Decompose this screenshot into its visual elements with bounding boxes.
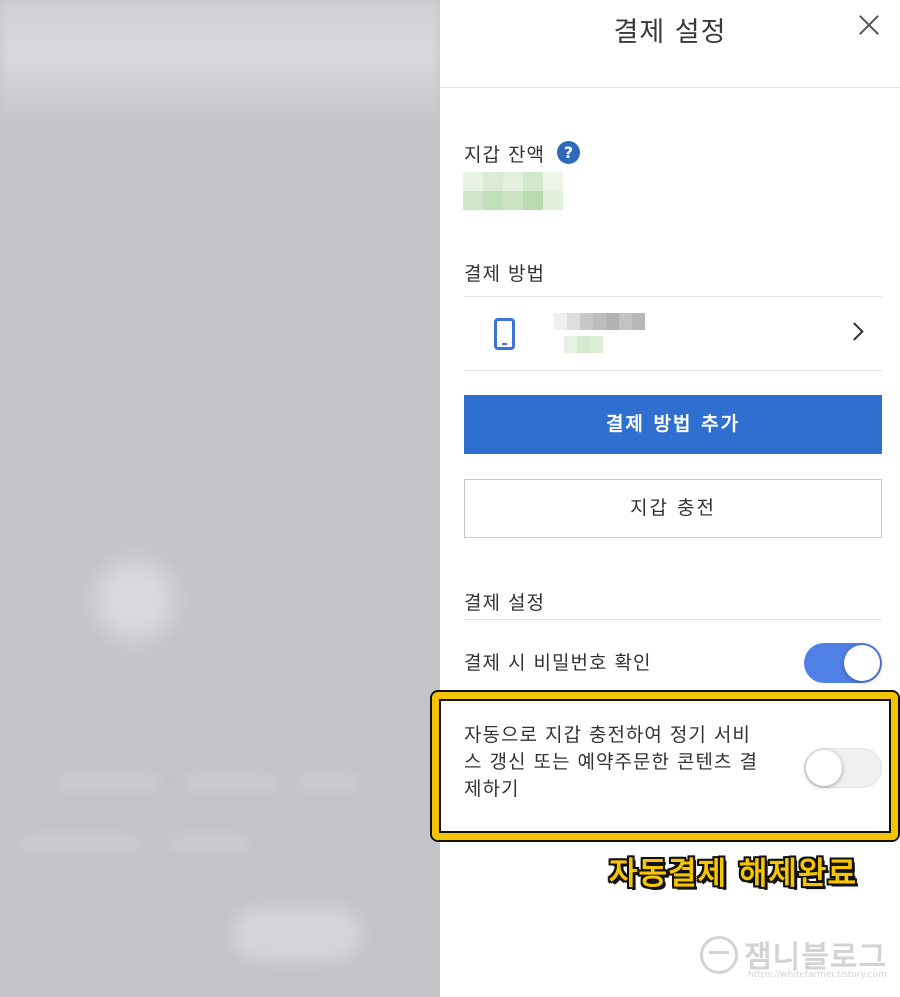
annotation-caption: 자동결제 해제완료 xyxy=(609,856,857,892)
help-icon[interactable]: ? xyxy=(557,141,580,164)
blurred-background-page xyxy=(0,0,440,997)
chevron-right-icon xyxy=(845,322,864,341)
phone-icon xyxy=(494,318,515,350)
background-text xyxy=(170,835,250,851)
payment-settings-section-label: 결제 설정 xyxy=(464,592,545,614)
divider xyxy=(464,296,882,297)
close-icon[interactable] xyxy=(858,14,880,36)
auto-charge-label: 자동으로 지갑 충전하여 정기 서비스 갱신 또는 예약주문한 콘텐츠 결제하기 xyxy=(464,724,758,800)
password-confirm-label: 결제 시 비밀번호 확인 xyxy=(464,652,652,674)
payment-method-section-label: 결제 방법 xyxy=(464,263,545,285)
background-header xyxy=(0,0,440,120)
payment-method-row[interactable] xyxy=(464,298,882,370)
blog-watermark: 잼니블로그 https://whitefarmer.tistory.com xyxy=(700,930,890,990)
password-confirm-toggle[interactable] xyxy=(804,643,882,683)
background-button xyxy=(232,908,362,960)
toggle-knob xyxy=(844,645,880,681)
wallet-balance-label: 지갑 잔액 xyxy=(464,144,545,166)
charge-wallet-button[interactable]: 지갑 충전 xyxy=(464,479,882,538)
auto-charge-toggle[interactable] xyxy=(804,748,882,788)
divider xyxy=(464,370,882,371)
divider xyxy=(464,619,882,620)
background-text xyxy=(185,775,275,791)
toggle-knob xyxy=(806,750,842,786)
background-text xyxy=(20,835,140,851)
wallet-balance-value-redacted xyxy=(463,172,563,191)
panel-header: 결제 설정 xyxy=(440,0,900,88)
payment-method-name-redacted xyxy=(554,313,645,330)
background-text xyxy=(300,775,360,791)
add-payment-method-button[interactable]: 결제 방법 추가 xyxy=(464,395,882,454)
watermark-url: https://whitefarmer.tistory.com xyxy=(748,970,887,980)
panel-title: 결제 설정 xyxy=(613,17,727,48)
background-avatar xyxy=(95,560,175,640)
background-text xyxy=(60,775,160,791)
wallet-balance-value-redacted xyxy=(463,191,563,210)
mascot-icon xyxy=(700,936,738,974)
payment-method-detail-redacted xyxy=(564,336,603,353)
